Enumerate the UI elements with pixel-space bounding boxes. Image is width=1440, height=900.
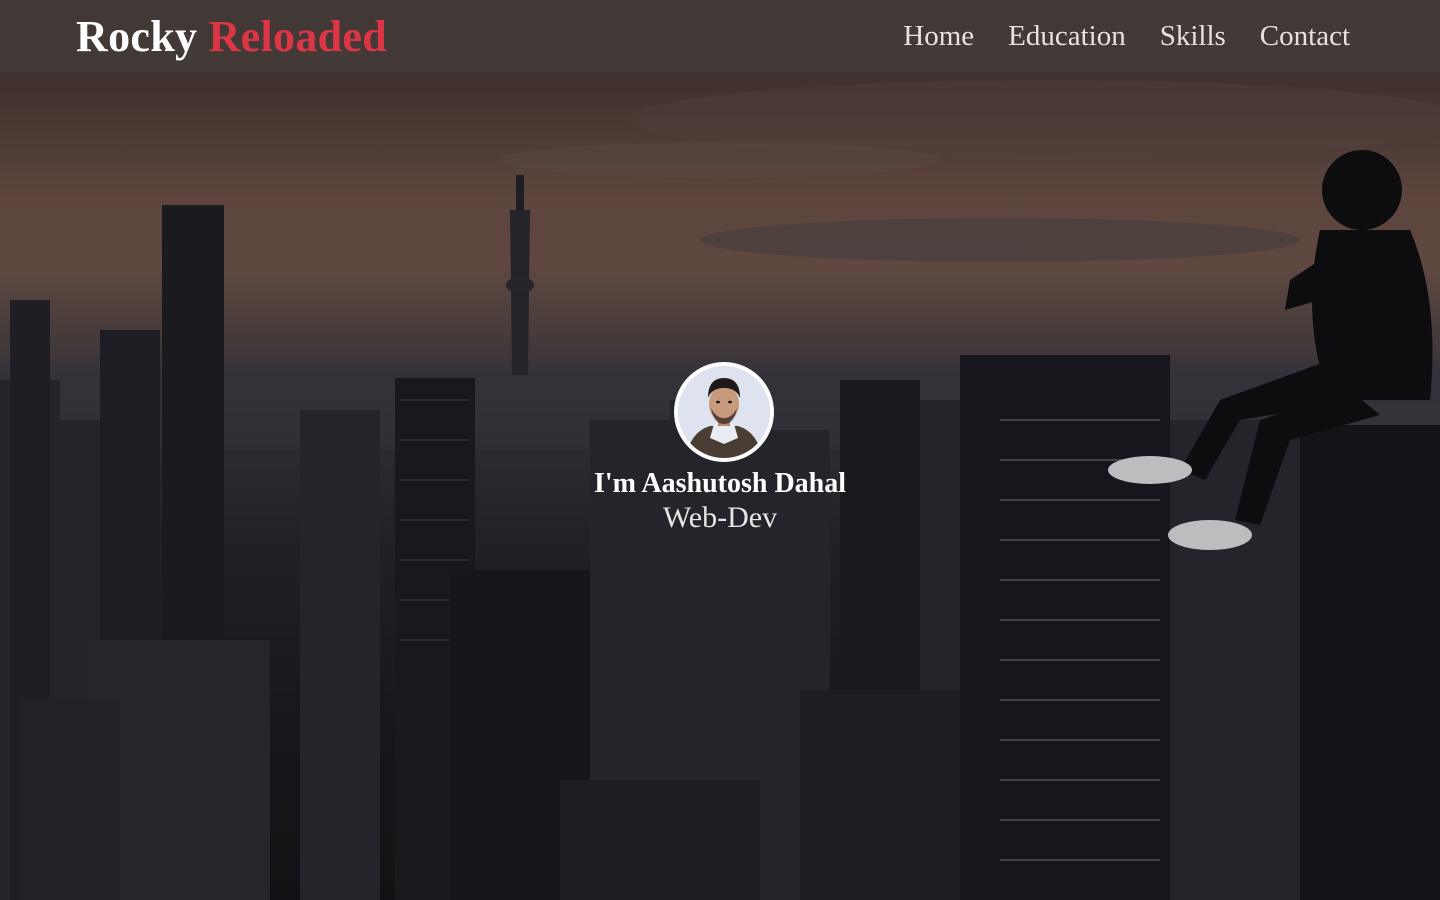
brand-first-word: Rocky	[76, 11, 198, 61]
profile-intro: I'm Aashutosh Dahal Web-Dev	[0, 362, 1440, 536]
hero-role: Web-Dev	[662, 501, 778, 534]
brand-second-word: Reloaded	[208, 11, 387, 61]
avatar	[674, 362, 774, 462]
hero-name: I'm Aashutosh Dahal	[593, 468, 847, 499]
nav-link-contact[interactable]: Contact	[1260, 20, 1350, 53]
brand-logo[interactable]: Rocky Reloaded	[76, 11, 387, 62]
nav-link-education[interactable]: Education	[1008, 20, 1126, 53]
navbar: Rocky Reloaded Home Education Skills Con…	[0, 0, 1440, 72]
nav-links: Home Education Skills Contact	[903, 20, 1350, 53]
avatar-portrait-image	[678, 366, 770, 458]
nav-link-home[interactable]: Home	[903, 20, 974, 53]
nav-link-skills[interactable]: Skills	[1160, 20, 1226, 53]
hero-section: Rocky Reloaded Home Education Skills Con…	[0, 0, 1440, 900]
